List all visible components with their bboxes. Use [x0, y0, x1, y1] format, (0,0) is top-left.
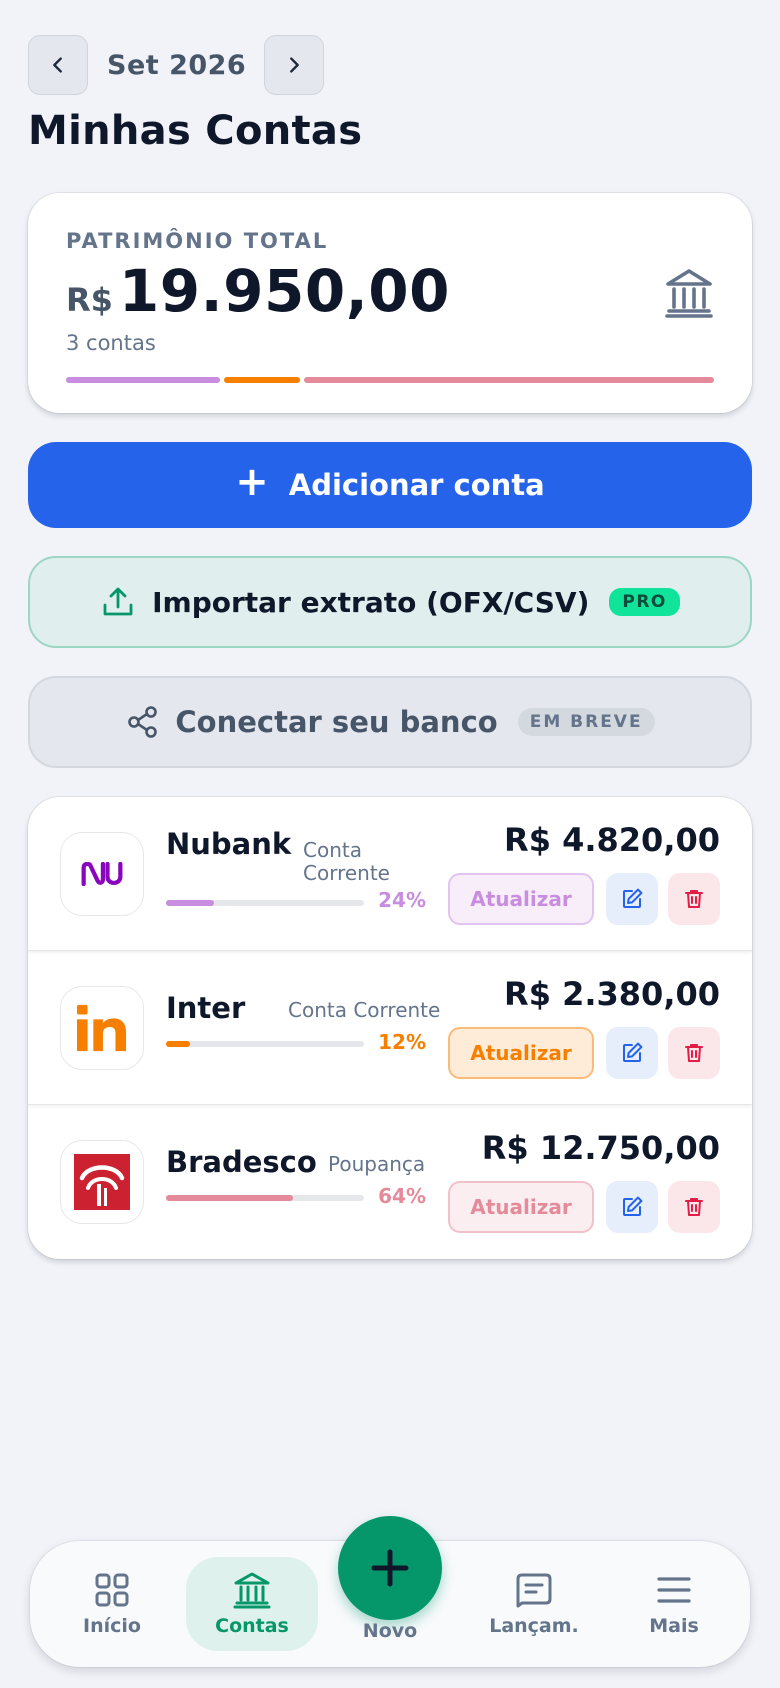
inter-logo	[60, 986, 144, 1070]
account-share-percent: 24%	[378, 888, 426, 912]
account-type: Conta Corrente	[288, 998, 441, 1022]
account-row-nubank: Nubank Conta Corrente 24% R$ 4.820,00 At…	[28, 797, 752, 951]
total-balance-card: PATRIMÔNIO TOTAL R$ 19.950,00 3 contas	[28, 193, 752, 413]
next-month-button[interactable]	[264, 35, 325, 95]
account-balance: R$ 12.750,00	[481, 1129, 720, 1167]
connect-bank-button[interactable]: Conectar seu banco EM BREVE	[28, 676, 752, 768]
upload-icon	[103, 587, 133, 616]
account-count: 3 contas	[66, 331, 156, 355]
account-name: Nubank	[166, 827, 292, 861]
account-share-track	[166, 1041, 364, 1047]
plus-icon	[371, 1549, 409, 1587]
edit-account-button[interactable]	[606, 1027, 658, 1079]
allocation-segment	[223, 377, 301, 383]
allocation-segment	[66, 377, 220, 383]
account-share-percent: 64%	[378, 1184, 426, 1208]
account-share-fill	[166, 900, 214, 906]
account-name: Bradesco	[166, 1145, 317, 1179]
account-share-track	[166, 900, 364, 906]
account-share-percent: 12%	[378, 1030, 426, 1054]
update-balance-button[interactable]: Atualizar	[448, 1027, 594, 1079]
nav-item-lancamentos[interactable]: Lançam.	[468, 1557, 600, 1651]
pencil-icon	[623, 1042, 643, 1062]
plus-icon: +	[235, 459, 269, 505]
account-row-inter: Inter Conta Corrente 12% R$ 2.380,00 Atu…	[28, 951, 752, 1105]
connect-label: Conectar seu banco	[175, 705, 498, 739]
account-share-track	[166, 1195, 364, 1201]
edit-account-button[interactable]	[606, 873, 658, 925]
nav-label: Lançam.	[489, 1615, 579, 1637]
chevron-left-icon	[53, 57, 62, 73]
import-statement-button[interactable]: Importar extrato (OFX/CSV) PRO	[28, 556, 752, 648]
pro-badge: PRO	[609, 588, 680, 616]
total-value: 19.950,00	[118, 257, 450, 325]
receipt-icon	[516, 1573, 552, 1608]
nav-label: Contas	[215, 1615, 289, 1637]
bank-icon	[665, 269, 713, 318]
bank-icon	[233, 1572, 271, 1609]
previous-month-button[interactable]	[28, 35, 88, 95]
update-balance-button[interactable]: Atualizar	[448, 873, 594, 925]
nav-label: Mais	[649, 1615, 699, 1637]
nav-item-contas[interactable]: Contas	[186, 1557, 318, 1651]
new-transaction-button[interactable]	[338, 1516, 442, 1620]
nav-item-mais[interactable]: Mais	[608, 1557, 740, 1651]
coming-soon-badge: EM BREVE	[517, 708, 655, 736]
month-selector: Set 2026	[28, 35, 752, 95]
grid-icon	[95, 1573, 129, 1607]
add-account-label: Adicionar conta	[288, 468, 545, 502]
chevron-right-icon	[290, 57, 300, 73]
account-type: Poupança	[328, 1152, 426, 1176]
account-row-bradesco: Bradesco Poupança 64% R$ 12.750,00 Atual…	[28, 1105, 752, 1259]
allocation-bar	[66, 377, 714, 383]
account-type: Conta Corrente	[303, 838, 390, 885]
account-balance: R$ 4.820,00	[504, 821, 720, 859]
bradesco-logo	[60, 1140, 144, 1224]
account-balance: R$ 2.380,00	[504, 975, 720, 1013]
add-account-button[interactable]: + Adicionar conta	[28, 442, 752, 528]
update-balance-button[interactable]: Atualizar	[448, 1181, 594, 1233]
trash-icon	[685, 1198, 703, 1216]
nubank-logo	[60, 832, 144, 916]
delete-account-button[interactable]	[668, 1181, 720, 1233]
import-label: Importar extrato (OFX/CSV)	[152, 585, 590, 619]
nav-item-inicio[interactable]: Início	[46, 1557, 178, 1651]
delete-account-button[interactable]	[668, 1027, 720, 1079]
nav-label: Início	[83, 1615, 141, 1637]
month-label: Set 2026	[107, 49, 247, 81]
pencil-icon	[623, 1196, 643, 1216]
trash-icon	[685, 890, 703, 908]
share-icon	[128, 706, 158, 738]
pencil-icon	[623, 888, 643, 908]
new-transaction-label: Novo	[362, 1620, 418, 1642]
edit-account-button[interactable]	[606, 1181, 658, 1233]
allocation-segment	[304, 377, 714, 383]
total-kicker: PATRIMÔNIO TOTAL	[66, 229, 329, 253]
account-name: Inter	[166, 991, 246, 1025]
total-amount: R$ 19.950,00	[66, 257, 714, 325]
total-currency: R$	[66, 281, 113, 319]
delete-account-button[interactable]	[668, 873, 720, 925]
page-title: Minhas Contas	[28, 108, 363, 154]
accounts-list: Nubank Conta Corrente 24% R$ 4.820,00 At…	[28, 797, 752, 1259]
trash-icon	[685, 1044, 703, 1062]
account-share-fill	[166, 1041, 190, 1047]
account-share-fill	[166, 1195, 293, 1201]
header: Set 2026 Minhas Contas	[28, 35, 752, 154]
menu-icon	[657, 1577, 691, 1603]
